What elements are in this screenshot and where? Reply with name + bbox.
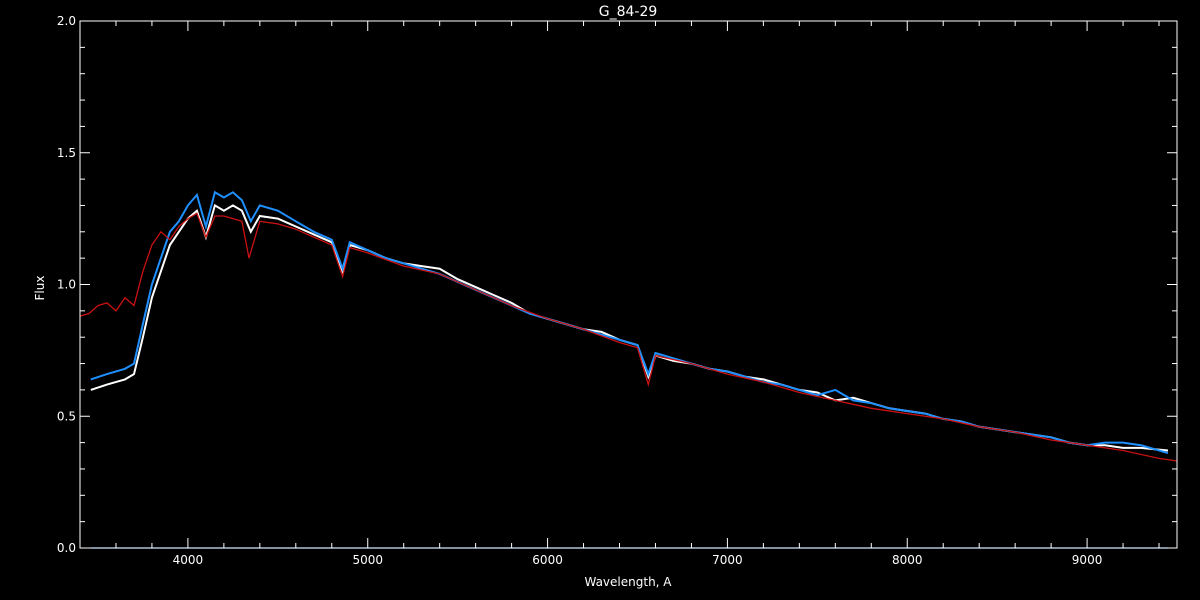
x-tick-label: 7000 [712, 553, 743, 567]
x-tick-label: 8000 [892, 553, 923, 567]
x-axis-label: Wavelength, A [584, 575, 672, 589]
x-tick-label: 9000 [1072, 553, 1103, 567]
spectrum-chart: G_84-29 Flux Wavelength, A 4000 5000 6000 7… [33, 4, 1178, 589]
plot-frame [79, 20, 1178, 549]
y-tick-label: 0.5 [57, 409, 76, 423]
y-tick-label: 2.0 [57, 14, 76, 28]
y-tick-label: 0.0 [57, 541, 76, 555]
x-tick-label: 6000 [532, 553, 563, 567]
plot-area: 4000 5000 6000 7000 8000 9000 0.0 0.5 1.0 1.5 2.0 [57, 14, 1178, 567]
y-tick-label: 1.5 [57, 146, 76, 160]
y-axis-label: Flux [33, 276, 47, 301]
series-line-0 [90, 203, 1169, 452]
x-tick-label: 5000 [352, 553, 383, 567]
y-tick-label: 1.0 [57, 278, 76, 292]
series-line-1 [90, 190, 1169, 455]
chart-title: G_84-29 [599, 4, 658, 20]
series-line-2 [79, 212, 1178, 462]
x-tick-label: 4000 [173, 553, 204, 567]
